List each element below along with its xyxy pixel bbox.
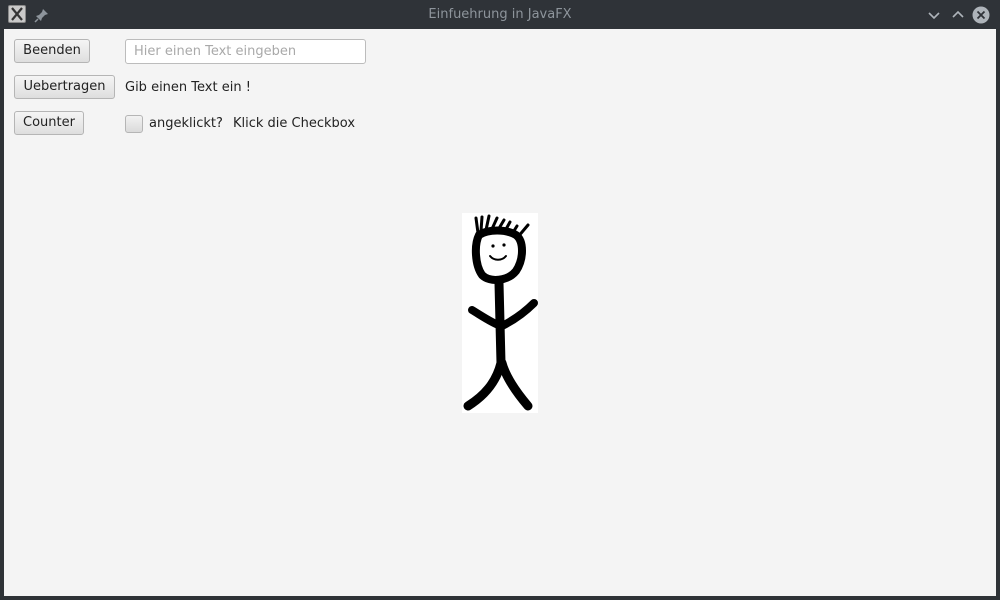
- chevron-down-icon[interactable]: [924, 5, 944, 25]
- transfer-button[interactable]: Uebertragen: [14, 75, 115, 99]
- chevron-up-icon[interactable]: [948, 5, 968, 25]
- pin-icon[interactable]: [34, 7, 50, 23]
- close-icon[interactable]: [971, 5, 991, 25]
- counter-button[interactable]: Counter: [14, 111, 84, 135]
- output-label: Gib einen Text ein !: [125, 80, 251, 95]
- angeklickt-checkbox[interactable]: [125, 115, 143, 133]
- checkbox-status-label: Klick die Checkbox: [233, 116, 356, 131]
- stick-figure-drawing: [463, 214, 538, 411]
- stick-figure-image: [462, 213, 538, 413]
- title-bar[interactable]: Einfuehrung in JavaFX: [0, 0, 1000, 29]
- x11-app-icon[interactable]: [8, 5, 26, 23]
- main-content: Beenden Uebertragen Gib einen Text ein !…: [4, 29, 996, 596]
- quit-button[interactable]: Beenden: [14, 39, 90, 63]
- app-window: Einfuehrung in JavaFX Beenden Uebertrage…: [0, 0, 1000, 600]
- checkbox-label[interactable]: angeklickt?: [149, 116, 223, 131]
- text-input[interactable]: [125, 39, 366, 64]
- window-title: Einfuehrung in JavaFX: [428, 7, 572, 22]
- x11-logo: [11, 7, 23, 21]
